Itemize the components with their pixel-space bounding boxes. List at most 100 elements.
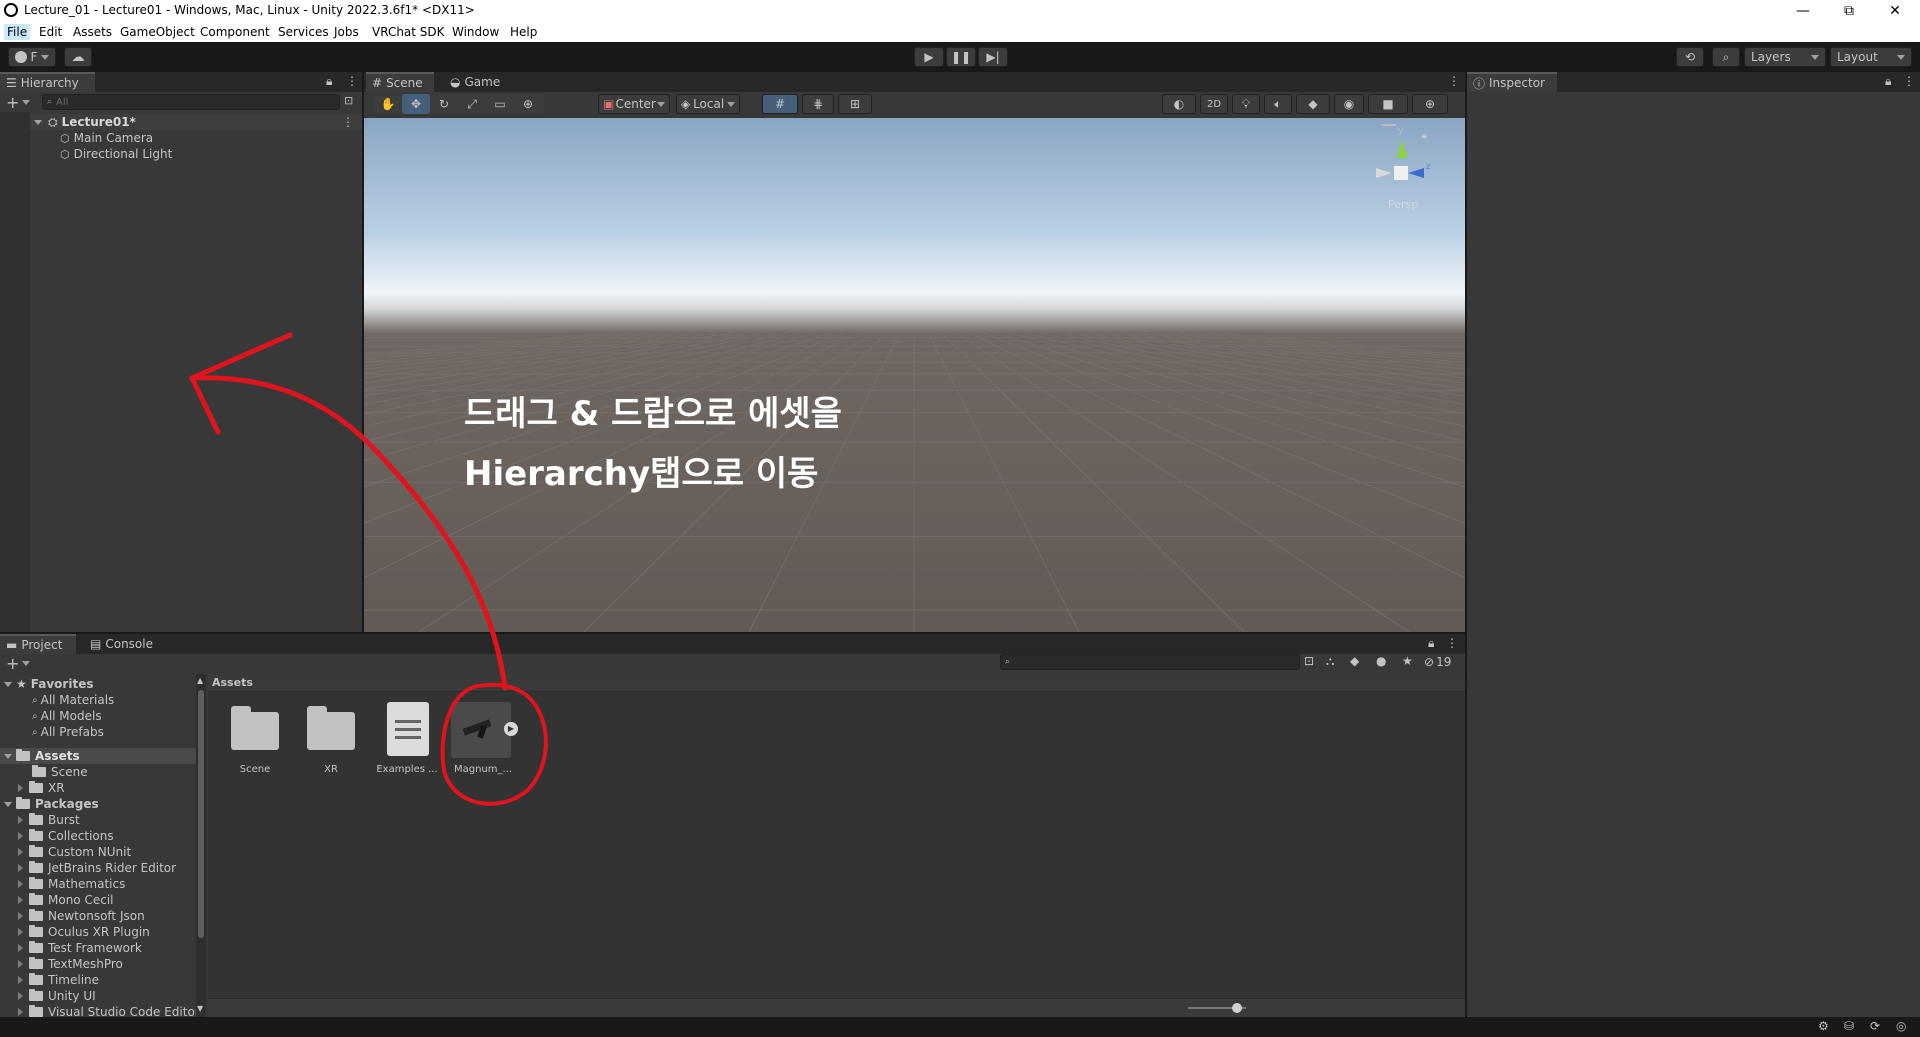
transform-tool-icon[interactable]: ⊕ — [514, 94, 542, 114]
scroll-down-icon[interactable]: ▼ — [197, 1004, 203, 1013]
gizmo-center-cube-icon[interactable] — [1394, 166, 1408, 180]
favorite-item[interactable]: ⌕ All Models — [32, 708, 102, 724]
menu-window[interactable]: Window — [449, 24, 502, 40]
effects-dropdown[interactable]: ◆ — [1296, 94, 1330, 114]
package-item[interactable]: Visual Studio Code Editor — [18, 1004, 196, 1017]
lock-icon[interactable]: 🔒︎ — [326, 74, 332, 89]
scene-viewport[interactable]: y z 🔒︎ Persp — [364, 118, 1465, 632]
collapse-arrow-icon[interactable] — [18, 896, 23, 904]
favorite-item[interactable]: ⌕ All Prefabs — [32, 724, 104, 740]
package-item[interactable]: Oculus XR Plugin — [18, 924, 150, 940]
folder-tree-scrollbar[interactable]: ▲ ▼ — [196, 674, 206, 1017]
kebab-menu-icon[interactable]: ⋮ — [346, 74, 358, 88]
scale-tool-icon[interactable]: ⤢ — [458, 94, 486, 114]
menu-help[interactable]: Help — [507, 24, 540, 40]
expand-arrow-icon[interactable] — [34, 119, 42, 125]
breadcrumb-assets[interactable]: Assets — [212, 676, 253, 689]
lock-icon[interactable]: 🔒︎ — [1885, 74, 1891, 89]
scroll-up-icon[interactable]: ▲ — [197, 676, 203, 685]
collapse-arrow-icon[interactable] — [18, 960, 23, 968]
maximize-button[interactable]: ⧉ — [1826, 0, 1872, 22]
collapse-arrow-icon[interactable] — [18, 992, 23, 1000]
menu-services[interactable]: Services — [275, 24, 332, 40]
camera-settings-dropdown[interactable]: ■ — [1368, 94, 1408, 114]
assets-tree-header[interactable]: Assets — [0, 748, 196, 764]
favorites-header[interactable]: ★ Favorites — [4, 676, 93, 692]
grid-visibility-toggle[interactable]: ⋕ — [802, 94, 834, 114]
space-local-dropdown[interactable]: ◈ Local — [676, 94, 740, 114]
kebab-menu-icon[interactable]: ⋮ — [1448, 74, 1460, 88]
kebab-menu-icon[interactable]: ⋮ — [1446, 636, 1458, 650]
play-button[interactable]: ▶ — [914, 47, 944, 67]
package-item[interactable]: Test Framework — [18, 940, 142, 956]
close-button[interactable]: ✕ — [1872, 0, 1918, 22]
increment-snap-dropdown[interactable]: ⊞ — [838, 94, 872, 114]
filter-scene-icon[interactable]: ⊡ — [344, 94, 353, 107]
cloud-button[interactable]: ☁ — [64, 47, 92, 67]
toggle-2d-button[interactable]: 2D — [1200, 94, 1228, 114]
tab-scene[interactable]: # Scene — [366, 72, 434, 92]
tab-inspector[interactable]: ⓘ Inspector — [1467, 72, 1557, 92]
layout-dropdown[interactable]: Layout — [1830, 47, 1912, 67]
log-info-icon[interactable]: ● — [1376, 654, 1386, 668]
package-item[interactable]: JetBrains Rider Editor — [18, 860, 176, 876]
account-dropdown[interactable]: F — [8, 47, 56, 67]
gizmo-x-cone-icon[interactable] — [1376, 168, 1392, 178]
move-tool-icon[interactable]: ✥ — [402, 94, 430, 114]
collapse-arrow-icon[interactable] — [18, 832, 23, 840]
lock-icon[interactable]: 🔒︎ — [1428, 636, 1434, 651]
asset-magnum-prefab[interactable]: ▶ Magnum_... — [448, 702, 518, 775]
favorite-item[interactable]: ⌕ All Materials — [32, 692, 114, 708]
draw-mode-dropdown[interactable]: ◐ — [1162, 94, 1196, 114]
project-search-input[interactable]: ⌕ — [1000, 654, 1300, 670]
project-create-button[interactable]: + — [6, 654, 34, 673]
gizmo-z-cone-icon[interactable] — [1408, 168, 1424, 178]
lighting-toggle[interactable]: 💡︎ — [1232, 94, 1260, 114]
asset-folder-item[interactable]: Scene — [32, 764, 88, 780]
package-item[interactable]: Unity UI — [18, 988, 96, 1004]
package-item[interactable]: Custom NUnit — [18, 844, 131, 860]
lock-icon[interactable]: 🔒︎ — [1422, 131, 1427, 141]
search-button[interactable]: ⌕ — [1712, 47, 1740, 67]
rotate-tool-icon[interactable]: ↻ — [430, 94, 458, 114]
kebab-menu-icon[interactable]: ⋮ — [342, 115, 354, 129]
scene-row[interactable]: ⛭ Lecture01* ⋮ — [30, 114, 362, 130]
package-item[interactable]: Mono Cecil — [18, 892, 113, 908]
search-by-type-icon[interactable]: ⊡ — [1304, 654, 1314, 668]
expand-arrow-icon[interactable] — [4, 681, 12, 687]
collapse-arrow-icon[interactable] — [18, 816, 23, 824]
label-tag-icon[interactable]: ◆ — [1350, 654, 1359, 668]
scrollbar-thumb[interactable] — [198, 690, 204, 938]
tab-hierarchy[interactable]: ☰ Hierarchy — [0, 72, 95, 92]
notifications-icon[interactable]: ◎ — [1896, 1019, 1906, 1033]
collapse-arrow-icon[interactable] — [18, 864, 23, 872]
asset-folder-item[interactable]: XR — [18, 780, 65, 796]
hierarchy-search-input[interactable]: ⌕ All — [42, 94, 340, 110]
collapse-arrow-icon[interactable] — [18, 880, 23, 888]
asset-folder-xr[interactable]: XR — [296, 702, 366, 775]
history-button[interactable]: ⟲ — [1676, 47, 1704, 67]
collapse-arrow-icon[interactable] — [18, 912, 23, 920]
expand-arrow-icon[interactable] — [4, 801, 12, 807]
package-item[interactable]: Burst — [18, 812, 80, 828]
pause-button[interactable]: ❚❚ — [946, 47, 976, 67]
collapse-arrow-icon[interactable] — [18, 848, 23, 856]
hand-tool-icon[interactable]: ✋ — [374, 94, 402, 114]
collapse-arrow-icon[interactable] — [18, 928, 23, 936]
asset-examples-file[interactable]: Examples ... — [372, 702, 442, 775]
hierarchy-item-directional-light[interactable]: ⬡ Directional Light — [60, 146, 172, 162]
layers-dropdown[interactable]: Layers — [1744, 47, 1826, 67]
step-button[interactable]: ▶| — [978, 47, 1008, 67]
tab-console[interactable]: ▤ Console — [84, 634, 164, 654]
asset-folder-scene[interactable]: Scene — [220, 702, 290, 775]
expand-prefab-icon[interactable]: ▶ — [504, 722, 518, 736]
menu-vrchat-sdk[interactable]: VRChat SDK — [369, 24, 448, 40]
hierarchy-item-main-camera[interactable]: ⬡ Main Camera — [60, 130, 153, 146]
menu-jobs[interactable]: Jobs — [331, 24, 362, 40]
expand-arrow-icon[interactable] — [4, 753, 12, 759]
menu-gameobject[interactable]: GameObject — [117, 24, 198, 40]
menu-component[interactable]: Component — [197, 24, 273, 40]
collapse-arrow-icon[interactable] — [18, 944, 23, 952]
gizmo-y-cone-icon[interactable] — [1396, 140, 1408, 158]
package-item[interactable]: Collections — [18, 828, 114, 844]
